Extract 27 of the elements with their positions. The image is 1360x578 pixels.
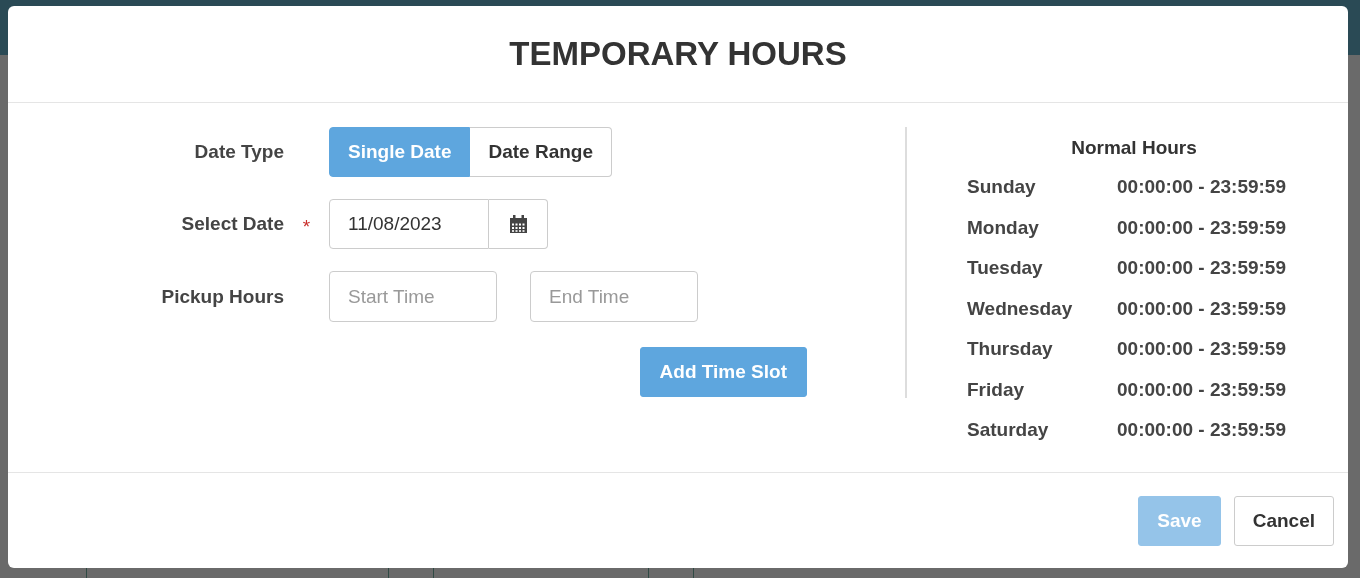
toggle-option[interactable]: Date Range [470, 127, 612, 177]
day-name: Monday [967, 216, 1040, 239]
calendar-icon [508, 214, 528, 234]
day-name: Wednesday [967, 297, 1074, 320]
day-name: Saturday [967, 419, 1050, 442]
day-name: Tuesday [967, 257, 1044, 280]
section-title: Normal Hours [1070, 137, 1198, 159]
required-mark: * [301, 215, 312, 238]
hours-range: 00:00:00 - 23:59:59 [1117, 176, 1286, 199]
field-label: Date Type [193, 141, 284, 163]
day-name: Friday [967, 378, 1026, 401]
dialog-title: TEMPORARY HOURS [509, 35, 847, 73]
date-field[interactable]: 11/08/2023 [329, 199, 489, 249]
hours-range: 00:00:00 - 23:59:59 [1117, 378, 1286, 401]
field-label: Select Date [180, 213, 284, 235]
hours-range: 00:00:00 - 23:59:59 [1117, 216, 1286, 239]
hours-range: 00:00:00 - 23:59:59 [1117, 338, 1286, 361]
hours-range: 00:00:00 - 23:59:59 [1117, 419, 1286, 442]
calendar-button[interactable] [489, 199, 548, 249]
field-label: Pickup Hours [160, 285, 284, 308]
day-name: Thursday [967, 338, 1054, 361]
day-name: Sunday [967, 176, 1037, 199]
hours-range: 00:00:00 - 23:59:59 [1117, 257, 1286, 280]
hours-range: 00:00:00 - 23:59:59 [1117, 297, 1286, 320]
start-time-field[interactable]: Start Time [329, 271, 497, 322]
footer-button[interactable]: Cancel [1233, 495, 1334, 546]
end-time-field[interactable]: End Time [530, 271, 698, 322]
